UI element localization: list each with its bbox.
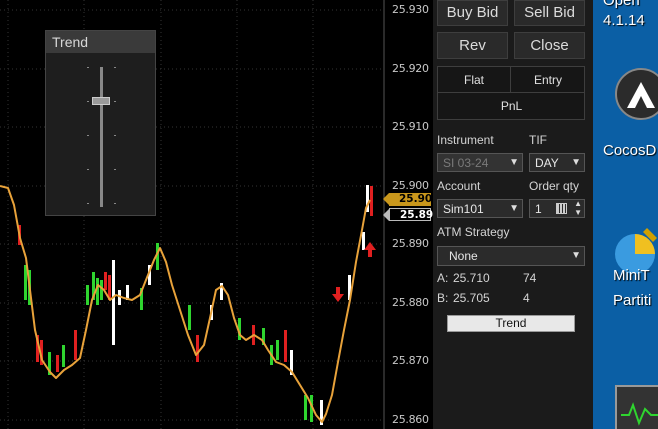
instrument-select[interactable]: SI 03-24 ▼ <box>437 153 523 172</box>
tif-label: TIF <box>529 133 547 147</box>
tick-bar <box>276 340 279 360</box>
sell-arrow-icon <box>332 287 344 302</box>
tick-bar <box>62 345 65 367</box>
trend-widget-title[interactable]: Trend <box>46 31 155 53</box>
buy-bid-button[interactable]: Buy Bid <box>437 0 508 26</box>
last-price-tag: 25.900 <box>383 193 440 206</box>
tick-bar <box>362 232 365 250</box>
tick-bar <box>104 272 107 290</box>
price-axis-label: 25.930 <box>392 3 429 16</box>
desktop-text: Open <box>603 0 640 9</box>
atm-strategy-label: ATM Strategy <box>437 225 510 239</box>
tick-bar <box>284 330 287 362</box>
desktop-background: Open 4.1.14 CocosD MiniT Partiti <box>593 0 658 429</box>
slider-tick <box>87 67 89 68</box>
monitor-app-icon[interactable] <box>615 385 658 429</box>
price-axis-label: 25.870 <box>392 354 429 367</box>
account-value: Sim101 <box>443 202 484 216</box>
calculator-icon[interactable] <box>556 203 567 214</box>
trend-slider-track[interactable] <box>100 67 103 207</box>
price-axis-label: 25.880 <box>392 296 429 309</box>
tick-bar <box>56 355 59 372</box>
chevron-down-icon: ▼ <box>571 250 581 261</box>
chevron-down-icon: ▼ <box>509 203 519 214</box>
tick-bar <box>188 305 191 330</box>
tick-bar <box>196 335 199 362</box>
tick-bar <box>74 330 77 360</box>
price-axis-label: 25.920 <box>392 62 429 75</box>
price-axis-label: 25.900 <box>392 179 429 192</box>
buy-arrow-icon <box>364 242 376 257</box>
tick-bar <box>112 260 115 345</box>
slider-tick <box>114 101 116 102</box>
slider-tick <box>87 169 89 170</box>
slider-tick <box>114 203 116 204</box>
chevron-down-icon: ▼ <box>509 157 519 168</box>
trend-button[interactable]: Trend <box>447 315 575 332</box>
slider-tick <box>114 67 116 68</box>
slider-tick <box>114 169 116 170</box>
spin-arrows-icon[interactable]: ▲ ▼ <box>574 199 582 217</box>
order-qty-stepper[interactable]: 1 ▲ ▼ <box>529 199 585 218</box>
tick-bar <box>304 395 307 420</box>
position-status: Flat <box>438 67 511 93</box>
desktop-icon-label[interactable]: CocosD <box>603 142 656 159</box>
account-label: Account <box>437 179 481 193</box>
bid-price-tag: 25.895 <box>383 208 441 221</box>
account-select[interactable]: Sim101 ▼ <box>437 199 523 218</box>
tif-select[interactable]: DAY ▼ <box>529 153 585 172</box>
instrument-label: Instrument <box>437 133 494 147</box>
position-grid: Flat Entry PnL <box>437 66 585 120</box>
ask-size: 74 <box>523 271 537 285</box>
desktop-icon-label[interactable]: Partiti <box>613 292 651 309</box>
order-entry-panel: Buy Bid Sell Bid Rev Close Flat Entry Pn… <box>433 0 593 429</box>
bid-label: B: <box>437 291 449 305</box>
tif-value: DAY <box>535 156 559 170</box>
chart-area[interactable]: 25.930 25.920 25.910 25.900 25.890 25.88… <box>0 0 441 429</box>
slider-tick <box>114 135 116 136</box>
atm-strategy-value: None <box>449 249 478 263</box>
tick-bar <box>86 285 89 305</box>
instrument-value: SI 03-24 <box>443 156 489 170</box>
ask-price: 25.710 <box>453 271 490 285</box>
desktop-text: 4.1.14 <box>603 12 645 29</box>
slider-tick <box>87 135 89 136</box>
trend-slider-thumb[interactable] <box>92 97 110 105</box>
trend-widget: Trend <box>45 30 156 216</box>
position-pnl: PnL <box>500 99 523 113</box>
order-qty-label: Order qty <box>529 179 580 193</box>
chevron-down-icon: ▼ <box>571 157 581 168</box>
cocos-app-icon[interactable] <box>615 68 658 120</box>
slider-tick <box>87 101 89 102</box>
desktop-icon-label[interactable]: MiniT <box>613 267 650 284</box>
price-axis-label: 25.860 <box>392 413 429 426</box>
reverse-button[interactable]: Rev <box>437 32 508 59</box>
price-axis-label: 25.910 <box>392 120 429 133</box>
atm-strategy-select[interactable]: None ▼ <box>437 246 585 266</box>
price-axis-label: 25.890 <box>392 237 429 250</box>
slider-tick <box>87 203 89 204</box>
bid-size: 4 <box>523 291 530 305</box>
ask-label: A: <box>437 271 449 285</box>
position-entry: Entry <box>511 67 585 93</box>
close-button[interactable]: Close <box>514 32 585 59</box>
bid-price: 25.705 <box>453 291 490 305</box>
sell-bid-button[interactable]: Sell Bid <box>514 0 585 26</box>
order-qty-value: 1 <box>535 202 542 216</box>
